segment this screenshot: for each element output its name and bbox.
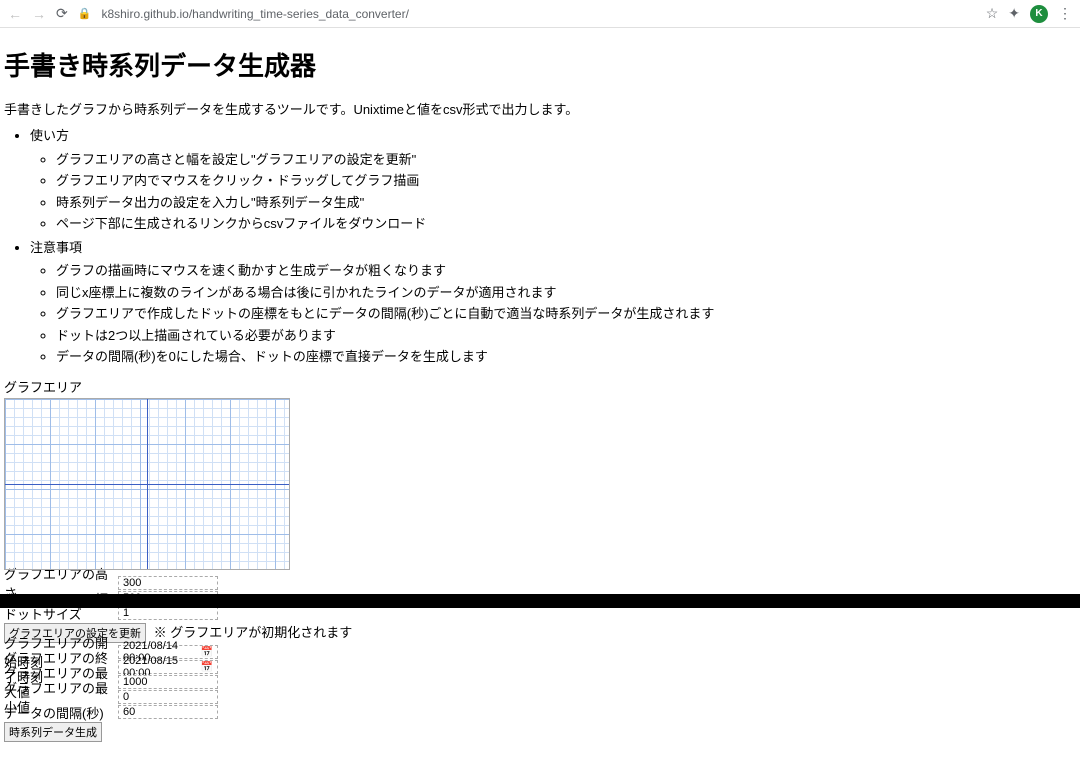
- calendar-icon[interactable]: 📅: [201, 662, 213, 673]
- star-icon[interactable]: ☆: [986, 5, 999, 22]
- end-datetime-input[interactable]: 2021/08/15 00:00 📅: [118, 660, 218, 674]
- dot-input[interactable]: 1: [118, 606, 218, 620]
- back-icon[interactable]: ←: [8, 6, 22, 22]
- generate-button[interactable]: 時系列データ生成: [4, 722, 102, 742]
- url-text[interactable]: k8shiro.github.io/handwriting_time-serie…: [101, 7, 409, 21]
- axis-horizontal: [5, 484, 289, 485]
- usage-heading: 使い方: [30, 126, 1076, 146]
- browser-toolbar: ← → ⟳ 🔒 k8shiro.github.io/handwriting_ti…: [0, 0, 1080, 28]
- max-input[interactable]: 1000: [118, 675, 218, 689]
- avatar[interactable]: K: [1030, 5, 1048, 23]
- height-input[interactable]: 300: [118, 576, 218, 590]
- interval-input[interactable]: 60: [118, 705, 218, 719]
- page-title: 手書き時系列データ生成器: [4, 46, 1076, 83]
- graph-canvas[interactable]: [4, 398, 290, 570]
- list-item: グラフの描画時にマウスを速く動かすと生成データが粗くなります: [56, 261, 1076, 281]
- list-item: グラフエリア内でマウスをクリック・ドラッグしてグラフ描画: [56, 171, 1076, 191]
- interval-label: データの間隔(秒): [4, 703, 118, 722]
- forward-icon[interactable]: →: [32, 6, 46, 22]
- list-item: 同じx座標上に複数のラインがある場合は後に引かれたラインのデータが適用されます: [56, 283, 1076, 303]
- notes-heading: 注意事項: [30, 238, 1076, 258]
- list-item: ページ下部に生成されるリンクからcsvファイルをダウンロード: [56, 214, 1076, 234]
- update-note: ※ グラフエリアが初期化されます: [154, 625, 353, 640]
- list-item: グラフエリアで作成したドットの座標をもとにデータの間隔(秒)ごとに自動で適当な時…: [56, 304, 1076, 324]
- intro-text: 手書きしたグラフから時系列データを生成するツールです。Unixtimeと値をcs…: [4, 99, 1076, 118]
- list-item: 時系列データ出力の設定を入力し"時系列データ生成": [56, 193, 1076, 213]
- list-item: ドットは2つ以上描画されている必要があります: [56, 326, 1076, 346]
- kebab-menu-icon[interactable]: ⋮: [1058, 5, 1072, 22]
- calendar-icon[interactable]: 📅: [201, 647, 213, 658]
- min-input[interactable]: 0: [118, 690, 218, 704]
- reload-icon[interactable]: ⟳: [56, 5, 68, 22]
- notes-list: グラフの描画時にマウスを速く動かすと生成データが粗くなります 同じx座標上に複数…: [30, 261, 1076, 367]
- list-item: グラフエリアの高さと幅を設定し"グラフエリアの設定を更新": [56, 150, 1076, 170]
- graph-area-label: グラフエリア: [4, 377, 1076, 396]
- usage-list: グラフエリアの高さと幅を設定し"グラフエリアの設定を更新" グラフエリア内でマウ…: [30, 150, 1076, 234]
- extensions-icon[interactable]: ✦: [1008, 5, 1020, 22]
- list-item: データの間隔(秒)を0にした場合、ドットの座標で直接データを生成します: [56, 347, 1076, 367]
- bottom-strip: [0, 594, 1080, 608]
- lock-icon: 🔒: [78, 7, 92, 20]
